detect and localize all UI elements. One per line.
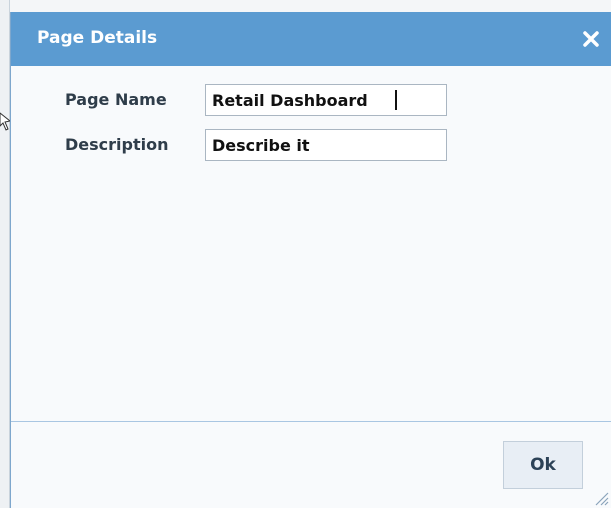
resize-grip-icon[interactable]	[591, 488, 609, 506]
background-window-edge	[0, 0, 10, 508]
close-icon	[583, 31, 599, 47]
footer-separator	[11, 421, 611, 422]
ok-button[interactable]: Ok	[503, 441, 583, 489]
dialog-title: Page Details	[37, 28, 158, 48]
page-name-input[interactable]	[205, 84, 447, 116]
close-button[interactable]	[579, 27, 603, 51]
description-row: Description	[65, 129, 465, 161]
text-caret	[395, 90, 397, 110]
dialog-titlebar[interactable]: Page Details	[11, 12, 611, 66]
page-details-dialog: Page Details Page Name Description Ok	[10, 12, 611, 508]
page-name-row: Page Name	[65, 84, 465, 116]
page-name-label: Page Name	[65, 90, 167, 109]
description-input[interactable]	[205, 129, 447, 161]
description-label: Description	[65, 135, 169, 154]
